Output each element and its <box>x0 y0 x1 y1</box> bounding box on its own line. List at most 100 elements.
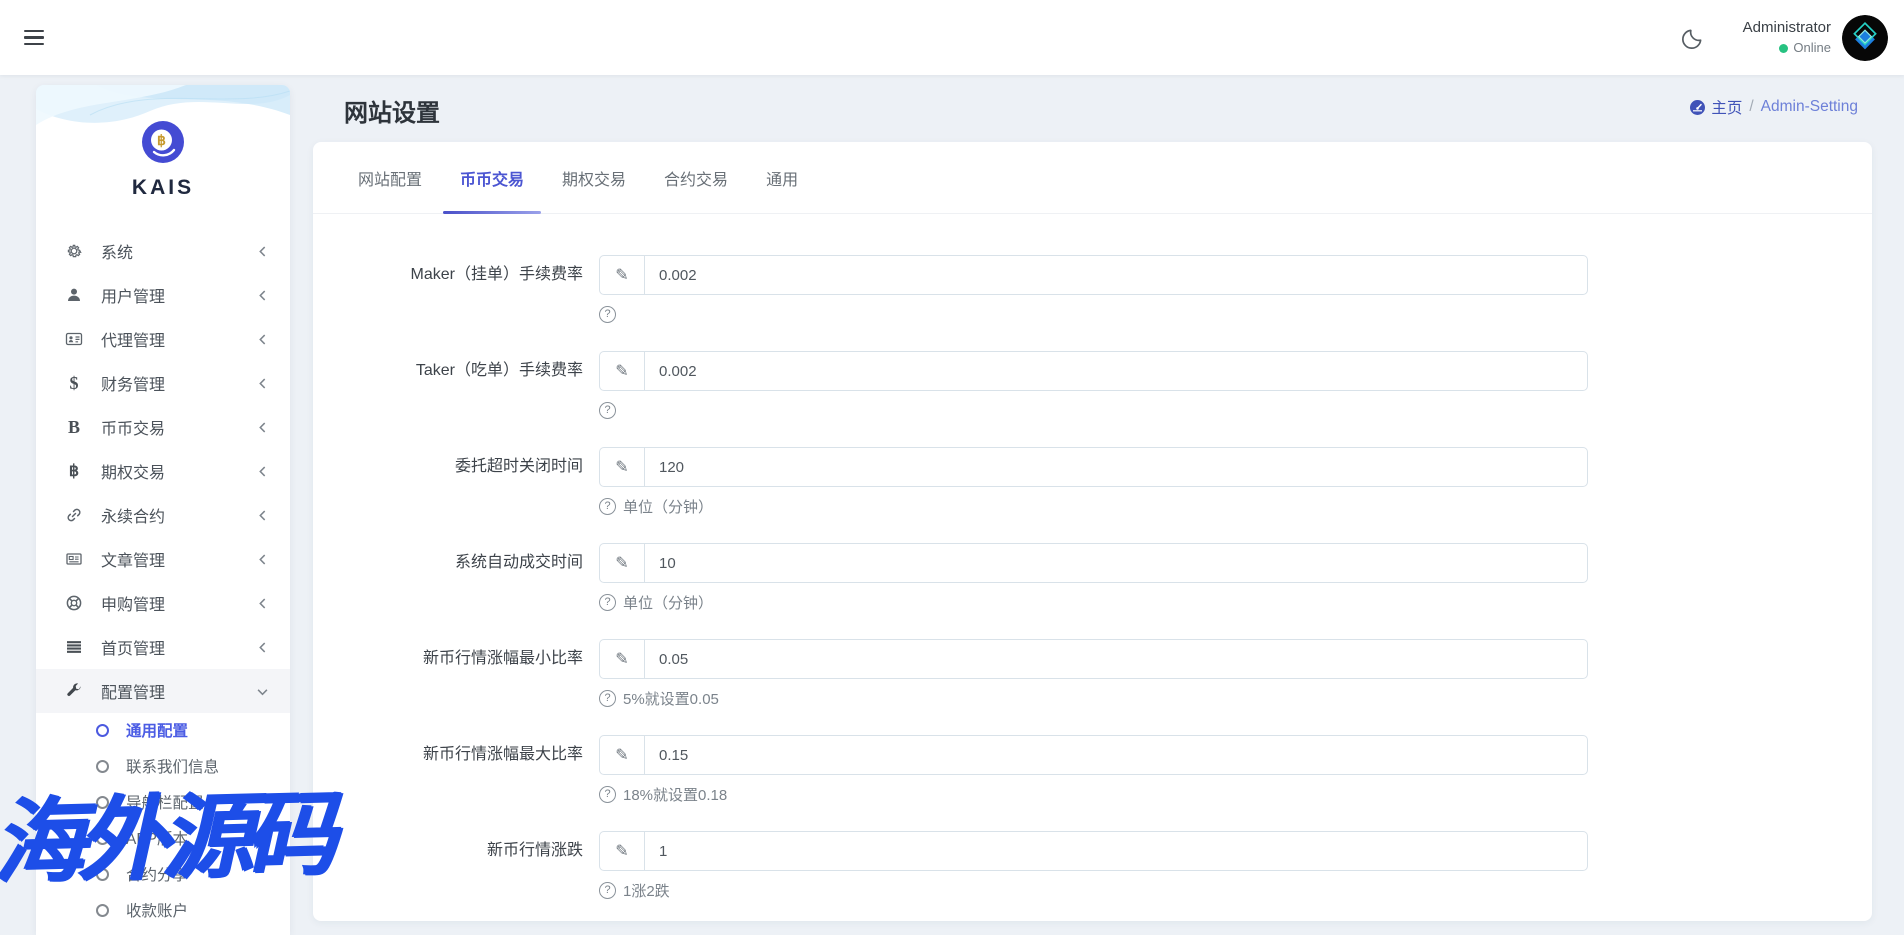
sidebar-item-article-management[interactable]: 文章管理 <box>36 537 290 581</box>
sidebar-item-perpetual-contract[interactable]: 永续合约 <box>36 493 290 537</box>
edit-addon[interactable]: ✎ <box>600 256 645 294</box>
tab-option-trade[interactable]: 期权交易 <box>543 142 645 213</box>
sidebar-item-user-management[interactable]: 用户管理 <box>36 273 290 317</box>
bitcoin-icon: ฿ <box>62 461 86 481</box>
gear-icon <box>62 242 86 260</box>
tab-site-config[interactable]: 网站配置 <box>339 142 441 213</box>
field-label: 委托超时关闭时间 <box>313 447 583 487</box>
user-meta: Administrator Online <box>1743 19 1831 57</box>
breadcrumb-current[interactable]: Admin-Setting <box>1761 98 1858 116</box>
question-circle-icon: ? <box>599 498 616 515</box>
pencil-icon: ✎ <box>615 841 628 861</box>
dark-mode-toggle[interactable] <box>1681 26 1705 50</box>
sidebar-subitem-navbar-config[interactable]: 导航栏配置 <box>36 784 290 820</box>
brand[interactable]: ฿ KAIS <box>36 119 290 200</box>
sidebar-item-subscription-management[interactable]: 申购管理 <box>36 581 290 625</box>
form-row-max-rise-ratio: 新币行情涨幅最大比率 ✎ ? 18%就设置0.18 <box>313 735 1872 805</box>
tab-coin-trade[interactable]: 币币交易 <box>441 142 543 213</box>
sidebar: ฿ KAIS 系统 用户管理 代理管理 $ <box>36 85 290 935</box>
hint-text: 18%就设置0.18 <box>623 784 727 805</box>
chevron-left-icon <box>257 598 268 609</box>
sidebar-subitem-contract-share[interactable]: 合约分享 <box>36 856 290 892</box>
link-icon <box>62 506 86 524</box>
sidebar-item-label: 财务管理 <box>101 371 257 395</box>
bars-icon <box>62 638 86 656</box>
min-rise-ratio-input[interactable] <box>645 640 1587 678</box>
sidebar-item-agent-management[interactable]: 代理管理 <box>36 317 290 361</box>
field-label: Maker（挂单）手续费率 <box>313 255 583 295</box>
sidebar-subitem-contact-info[interactable]: 联系我们信息 <box>36 748 290 784</box>
avatar[interactable] <box>1842 15 1888 61</box>
chevron-down-icon <box>257 686 268 697</box>
chevron-left-icon <box>257 422 268 433</box>
taker-fee-input[interactable] <box>645 352 1587 390</box>
sidebar-item-label: 期权交易 <box>101 459 257 483</box>
auto-deal-time-input[interactable] <box>645 544 1587 582</box>
form-row-rise-fall: 新币行情涨跌 ✎ ? 1涨2跌 <box>313 831 1872 901</box>
sidebar-item-option-trade[interactable]: ฿ 期权交易 <box>36 449 290 493</box>
online-status-dot <box>1779 44 1788 53</box>
field-hint: ? <box>599 399 1588 421</box>
hint-text: 单位（分钟） <box>623 592 713 613</box>
circle-icon <box>96 868 109 881</box>
sidebar-subitem-general-config[interactable]: 通用配置 <box>36 712 290 748</box>
question-circle-icon: ? <box>599 594 616 611</box>
chevron-left-icon <box>257 642 268 653</box>
edit-addon[interactable]: ✎ <box>600 448 645 486</box>
pencil-icon: ✎ <box>615 553 628 573</box>
avatar-logo-icon <box>1842 15 1888 61</box>
breadcrumb-home-link[interactable]: 主页 <box>1689 96 1742 118</box>
maker-fee-input[interactable] <box>645 256 1587 294</box>
edit-addon[interactable]: ✎ <box>600 640 645 678</box>
sidebar-subitem-app-version[interactable]: APP版本 <box>36 820 290 856</box>
tab-contract-trade[interactable]: 合约交易 <box>645 142 747 213</box>
field-label: 系统自动成交时间 <box>313 543 583 583</box>
question-circle-icon: ? <box>599 690 616 707</box>
max-rise-ratio-input[interactable] <box>645 736 1587 774</box>
online-status-label: Online <box>1793 40 1831 56</box>
sidebar-item-label: 用户管理 <box>101 283 257 307</box>
field-label: 新币行情涨幅最小比率 <box>313 639 583 679</box>
field-hint: ? 5%就设置0.05 <box>599 687 1588 709</box>
sidebar-item-finance-management[interactable]: $ 财务管理 <box>36 361 290 405</box>
circle-icon <box>96 832 109 845</box>
edit-addon[interactable]: ✎ <box>600 352 645 390</box>
hamburger-menu-button[interactable] <box>24 27 50 49</box>
rise-fall-input[interactable] <box>645 832 1587 870</box>
sidebar-subitem-payment-account[interactable]: 收款账户 <box>36 892 290 928</box>
field-hint: ? 单位（分钟） <box>599 495 1588 517</box>
sidebar-item-label: 首页管理 <box>101 635 257 659</box>
edit-addon[interactable]: ✎ <box>600 832 645 870</box>
id-card-icon <box>62 330 86 348</box>
edit-addon[interactable]: ✎ <box>600 736 645 774</box>
pencil-icon: ✎ <box>615 361 628 381</box>
field-label: 新币行情涨幅最大比率 <box>313 735 583 775</box>
tab-general[interactable]: 通用 <box>747 142 817 213</box>
sidebar-item-coin-trade[interactable]: B 币币交易 <box>36 405 290 449</box>
config-submenu: 通用配置 联系我们信息 导航栏配置 APP版本 合约分享 收款账户 <box>36 712 290 928</box>
svg-text:฿: ฿ <box>157 132 166 148</box>
field-label: Taker（吃单）手续费率 <box>313 351 583 391</box>
subitem-label: APP版本 <box>126 827 188 849</box>
edit-addon[interactable]: ✎ <box>600 544 645 582</box>
sidebar-menu: 系统 用户管理 代理管理 $ 财务管理 B 币币交易 <box>36 229 290 713</box>
dashboard-icon <box>1689 99 1706 116</box>
page-title: 网站设置 <box>344 93 440 128</box>
chevron-left-icon <box>257 334 268 345</box>
field-hint: ? 1涨2跌 <box>599 879 1588 901</box>
question-circle-icon: ? <box>599 882 616 899</box>
hint-text: 单位（分钟） <box>623 496 713 517</box>
order-timeout-input[interactable] <box>645 448 1587 486</box>
brand-name: KAIS <box>36 176 290 200</box>
breadcrumb-home-label: 主页 <box>1711 96 1742 118</box>
brand-logo-icon: ฿ <box>140 119 186 170</box>
sidebar-item-config-management[interactable]: 配置管理 <box>36 669 290 713</box>
letter-b-icon: B <box>62 417 86 438</box>
dollar-icon: $ <box>62 373 86 394</box>
form-row-taker-fee: Taker（吃单）手续费率 ✎ ? <box>313 351 1872 421</box>
sidebar-item-label: 币币交易 <box>101 415 257 439</box>
top-header: Administrator Online <box>0 0 1904 75</box>
settings-tabs: 网站配置 币币交易 期权交易 合约交易 通用 <box>313 142 1872 214</box>
sidebar-item-system[interactable]: 系统 <box>36 229 290 273</box>
sidebar-item-homepage-management[interactable]: 首页管理 <box>36 625 290 669</box>
